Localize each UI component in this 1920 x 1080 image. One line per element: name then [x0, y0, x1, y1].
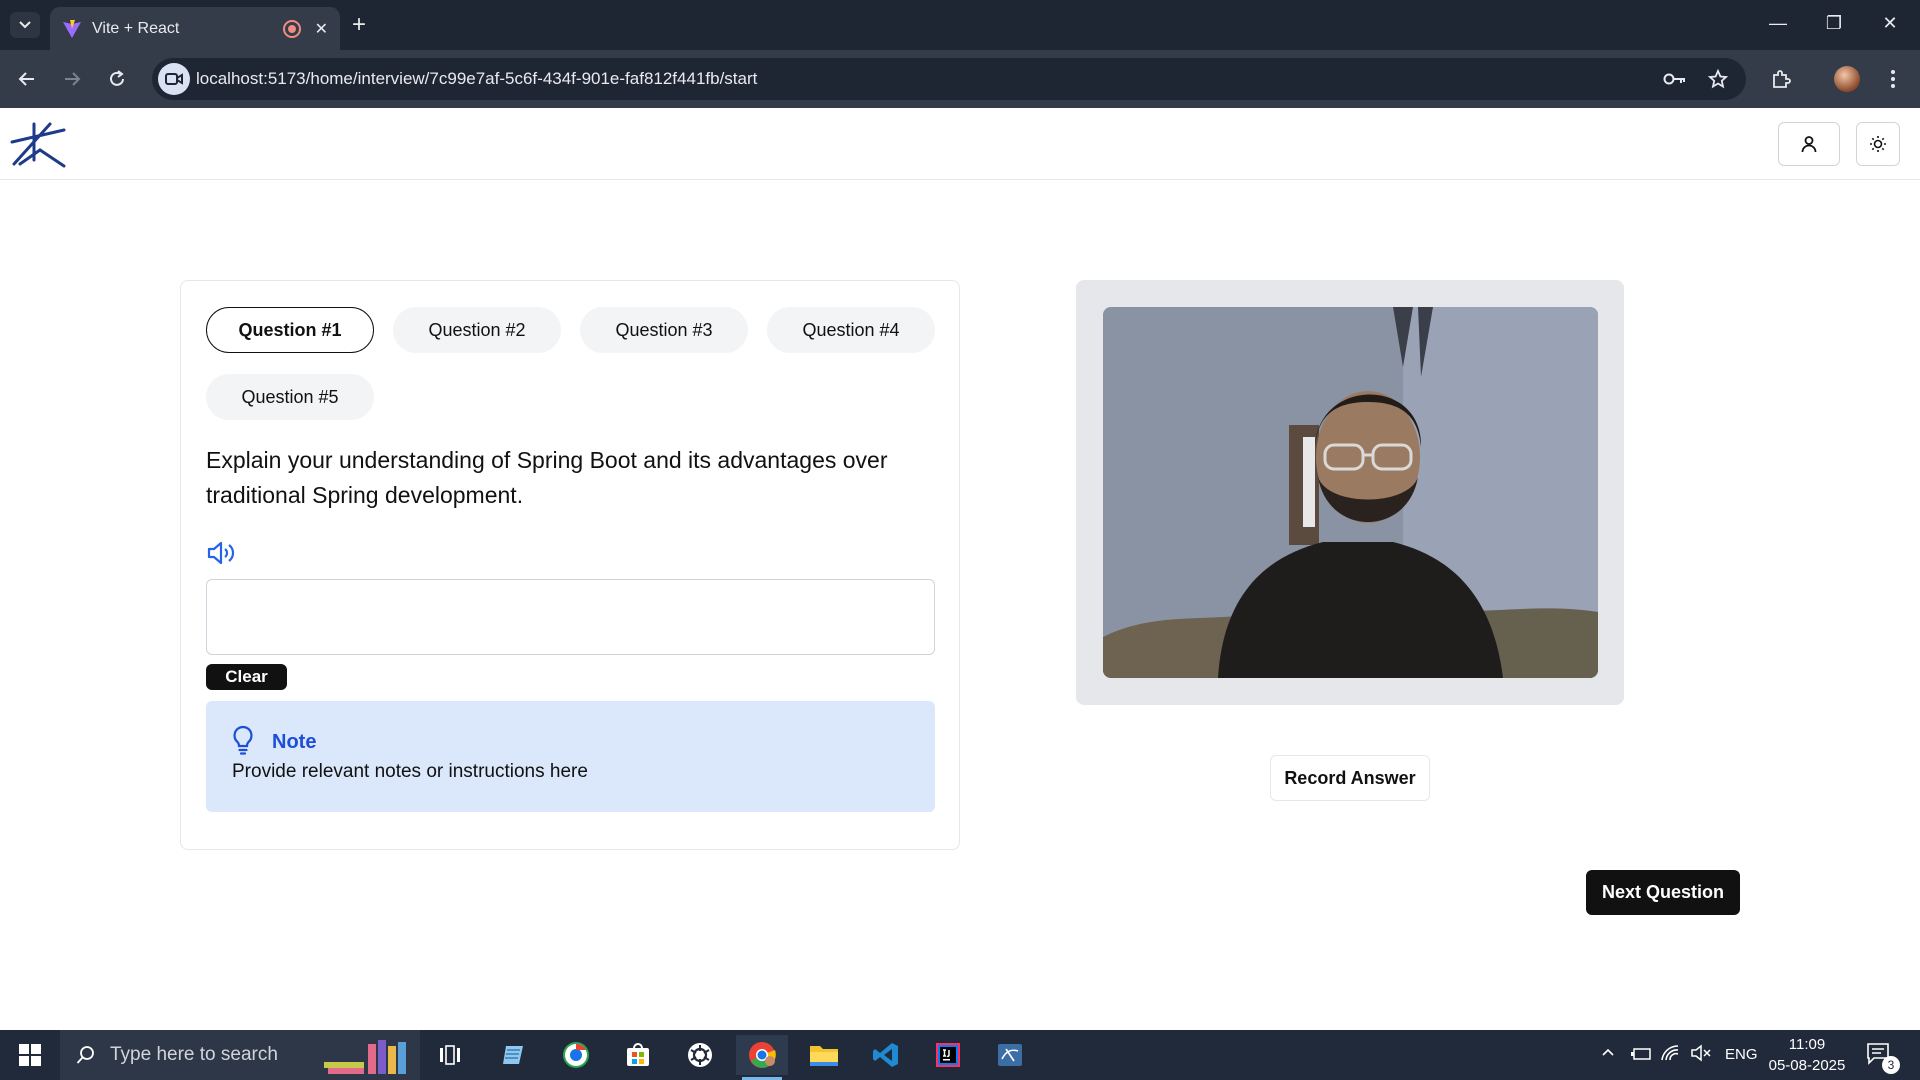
vite-logo-icon: [63, 19, 81, 38]
taskbar-search-box[interactable]: Type here to search: [60, 1030, 420, 1080]
books-illustration-icon: [324, 1040, 406, 1074]
wifi-icon[interactable]: [1660, 1044, 1680, 1067]
webcam-feed: [1103, 307, 1598, 678]
tab-title: Vite + React: [92, 19, 180, 37]
windows-logo-icon: [19, 1044, 41, 1066]
vscode-app-icon[interactable]: [860, 1035, 912, 1075]
close-window-button[interactable]: ✕: [1870, 8, 1910, 38]
note-box: Note Provide relevant notes or instructi…: [206, 701, 935, 812]
tab-question-3[interactable]: Question #3: [580, 307, 748, 353]
extensions-icon[interactable]: [1766, 64, 1796, 94]
mysql-workbench-app-icon[interactable]: [984, 1035, 1036, 1075]
start-button[interactable]: [0, 1030, 60, 1080]
next-question-button[interactable]: Next Question: [1586, 870, 1740, 915]
question-card: Question #1 Question #2 Question #3 Ques…: [180, 280, 960, 850]
language-indicator[interactable]: ENG: [1725, 1046, 1758, 1063]
clock-date: 05-08-2025: [1768, 1057, 1846, 1074]
url-text[interactable]: localhost:5173/home/interview/7c99e7af-5…: [196, 69, 757, 89]
notification-count-badge: 3: [1882, 1056, 1900, 1074]
intellij-app-icon[interactable]: [922, 1035, 974, 1075]
user-icon: [1801, 136, 1817, 153]
note-text: Provide relevant notes or instructions h…: [232, 761, 588, 782]
camera-in-use-icon[interactable]: [158, 63, 190, 95]
webcam-video-image: [1103, 307, 1598, 678]
password-key-icon[interactable]: [1662, 67, 1688, 91]
sun-icon: [1870, 136, 1886, 152]
chrome-app-icon[interactable]: [736, 1035, 788, 1080]
profile-avatar[interactable]: [1832, 64, 1862, 94]
file-explorer-app-icon[interactable]: [798, 1035, 850, 1075]
search-icon: [76, 1046, 94, 1064]
speaker-icon[interactable]: [206, 539, 238, 567]
new-tab-button[interactable]: +: [352, 10, 366, 40]
browser-tab-bar: Vite + React ✕ + — ❐ ✕: [0, 0, 1920, 50]
app-logo-icon[interactable]: [10, 120, 66, 170]
taskbar-clock[interactable]: 11:09 05-08-2025: [1762, 1034, 1852, 1076]
chrome-profile-app-icon[interactable]: [550, 1035, 602, 1075]
reload-icon: [110, 70, 124, 86]
battery-icon[interactable]: [1630, 1046, 1652, 1067]
arrow-left-icon: [18, 72, 34, 86]
back-button[interactable]: [12, 64, 42, 94]
browser-tab[interactable]: Vite + React ✕: [50, 7, 340, 50]
arrow-right-icon: [65, 72, 81, 86]
windows-taskbar: Type here to search ENG 11:09 05-08-2025…: [0, 1030, 1920, 1080]
tab-question-1[interactable]: Question #1: [206, 307, 374, 353]
app-header: [0, 108, 1920, 180]
search-placeholder: Type here to search: [110, 1044, 278, 1065]
minimize-button[interactable]: —: [1758, 8, 1798, 38]
bookmark-star-icon[interactable]: [1705, 67, 1731, 91]
reload-button[interactable]: [102, 64, 132, 94]
recording-indicator-icon: [282, 19, 301, 38]
chatgpt-app-icon[interactable]: [674, 1035, 726, 1075]
record-answer-button[interactable]: Record Answer: [1270, 755, 1430, 801]
question-text: Explain your understanding of Spring Boo…: [206, 447, 888, 508]
restore-button[interactable]: ❐: [1814, 8, 1854, 38]
answer-textarea[interactable]: [206, 579, 935, 655]
clear-button[interactable]: Clear: [206, 664, 287, 690]
note-title: Note: [272, 731, 317, 753]
lightbulb-icon: [233, 725, 253, 755]
chevron-down-icon: [19, 21, 31, 29]
show-hidden-icons-chevron-icon[interactable]: [1600, 1044, 1616, 1065]
tab-question-5[interactable]: Question #5: [206, 374, 374, 420]
tab-question-4[interactable]: Question #4: [767, 307, 935, 353]
microsoft-store-app-icon[interactable]: [612, 1035, 664, 1075]
tab-search-button[interactable]: [10, 12, 40, 38]
volume-muted-icon[interactable]: [1690, 1044, 1712, 1067]
address-bar[interactable]: localhost:5173/home/interview/7c99e7af-5…: [152, 58, 1746, 100]
more-menu-icon[interactable]: [1878, 64, 1908, 94]
profile-button[interactable]: [1778, 122, 1840, 166]
tab-question-2[interactable]: Question #2: [393, 307, 561, 353]
theme-toggle-button[interactable]: [1856, 122, 1900, 166]
clock-time: 11:09: [1788, 1036, 1826, 1053]
browser-toolbar: localhost:5173/home/interview/7c99e7af-5…: [0, 50, 1920, 108]
task-view-icon[interactable]: [424, 1035, 476, 1075]
webcam-panel: [1076, 280, 1624, 705]
tab-close-button[interactable]: ✕: [315, 19, 328, 39]
notepad-app-icon[interactable]: [488, 1035, 540, 1075]
forward-button[interactable]: [57, 64, 87, 94]
